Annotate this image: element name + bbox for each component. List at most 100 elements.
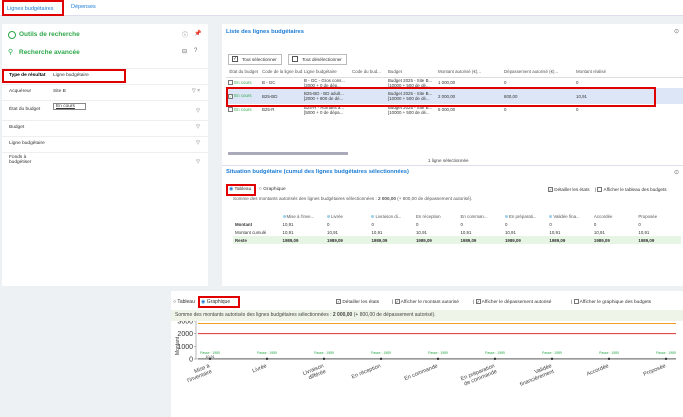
info-icon[interactable]: ⓘ [182, 30, 188, 39]
field-label: Fonds à budgétiser [9, 155, 32, 165]
outils-title: Outils de recherche [19, 31, 80, 38]
horizontal-scrollbar[interactable] [228, 152, 348, 155]
x-tick-label: Accordée [586, 363, 610, 377]
x-tick-label: En commande [404, 363, 439, 382]
table-header-row: État du budget Code de la ligne budgétai… [226, 66, 683, 77]
data-point [379, 357, 383, 361]
detailler-checkbox[interactable]: ✓ Détailler les états [548, 187, 590, 193]
situation-table: Mise à l'inve... Livrée Livraison di... … [233, 212, 681, 244]
x-tick-label: Proposée [643, 363, 667, 377]
field-label: État du budget [9, 107, 41, 112]
col-header[interactable]: Montant réalisé [574, 66, 634, 77]
field-label: Acquéreur [9, 89, 32, 94]
row-checkbox[interactable] [228, 80, 233, 86]
col-header[interactable]: État du budget [226, 66, 260, 77]
point-label: Passe : 1989 [257, 351, 277, 355]
x-tick-label: Livrée [252, 363, 268, 374]
save-search-icon[interactable]: ⊟ [182, 48, 187, 55]
help-icon[interactable]: ? [194, 48, 197, 54]
checkbox-checked-icon: ✓ [232, 56, 238, 62]
afficher-depassement-checkbox[interactable]: | ✓ Afficher le dépassement autorisé [473, 299, 551, 305]
reste-row: Reste 1989,09 1989,09 1989,09 1989,09 1989,0… [233, 236, 681, 244]
tab-depenses[interactable]: Dépenses [68, 0, 99, 16]
col-header[interactable]: Ligne budgétaire [302, 66, 350, 77]
field-etat-budget[interactable]: État du budget En cours ▽ [2, 100, 208, 118]
x-tick-label: En réception [351, 363, 382, 380]
recherche-title: Recherche avancée [19, 49, 80, 56]
situation-header-row: Mise à l'inve... Livrée Livraison di... … [233, 212, 681, 220]
situation-title: Situation budgétaire (cumul des lignes b… [226, 169, 409, 175]
x-tick-label: Livraisondifférée [302, 363, 327, 382]
detailler-checkbox[interactable]: ✓ Détailler les états [336, 299, 379, 305]
acquereur-value[interactable]: Site B [53, 89, 66, 94]
col-header[interactable]: Code du bud... [350, 66, 386, 77]
data-point [664, 357, 668, 361]
search-icon: ⚲ [8, 49, 14, 56]
checkbox-empty-icon [292, 56, 298, 62]
point-label: Passe : 1989 [599, 351, 619, 355]
col-header[interactable]: Montant autorisé (€)... [436, 66, 502, 77]
field-ligne-budgetaire[interactable]: Ligne budgétaire ▽ [2, 136, 208, 150]
point-label: Passe : 1989 [428, 351, 448, 355]
field-type-resultat[interactable]: Type de résultat Ligne budgétaire [2, 68, 208, 83]
col-header[interactable]: Budget [386, 66, 436, 77]
point-label: Passe : 1989 [314, 351, 334, 355]
selection-count: 1 ligne sélectionnée [428, 158, 469, 163]
data-point [265, 357, 269, 361]
search-panel: Outils de recherche ⓘ 📌 ⚲ Recherche avan… [2, 24, 208, 286]
x-tick-label: Mise àl'inventaire [184, 363, 214, 384]
montant-cumule-row: Montant cumulé 10,91 10,91 10,91 10,91 10,91… [235, 229, 650, 235]
field-fonds[interactable]: Fonds à budgétiser ▽ [2, 152, 208, 170]
x-tick-label: En préparationde commande [460, 363, 498, 388]
row-checkbox[interactable] [228, 107, 233, 113]
data-point [550, 357, 554, 361]
field-acquereur[interactable]: Acquéreur Site B ▽ × [2, 84, 208, 98]
point-label: Passe : 1989 [542, 351, 562, 355]
data-point [322, 357, 326, 361]
tab-lignes-budgetaires[interactable]: Lignes budgétaires [2, 0, 64, 16]
collapse-icon[interactable]: ⊙ [674, 169, 679, 176]
first-value-label: 10,91 [206, 355, 215, 359]
afficher-tableau-checkbox[interactable]: | Afficher le tableau des budgets [595, 187, 667, 193]
afficher-graph-checkbox[interactable]: | Afficher le graphique des budgets [571, 299, 651, 305]
tableau-radio[interactable]: ○ Tableau [173, 299, 195, 305]
field-label: Ligne budgétaire [9, 141, 45, 146]
field-budget[interactable]: Budget ▽ [2, 120, 208, 134]
point-label: Passe : 1989 [371, 351, 391, 355]
y-tick-label: 0 [189, 357, 193, 364]
filter-icon[interactable]: ▽ [196, 159, 200, 165]
graphique-radio[interactable]: ○ Graphique [259, 187, 286, 192]
point-label: Passe : 1989 [485, 351, 505, 355]
budget-line-chart: 3000200010000Montant Passe : 1989 Passe : … [175, 321, 676, 388]
tableau-radio[interactable]: ◉ Tableau [229, 187, 251, 192]
filter-icon[interactable]: ▽ [196, 140, 200, 146]
collapse-icon[interactable]: ⊙ [674, 28, 679, 35]
afficher-montant-checkbox[interactable]: | ✓ Afficher le montant autorisé [392, 299, 459, 305]
deselect-all-button[interactable]: Tout désélectionner [288, 54, 347, 65]
filter-clear-icon[interactable]: ▽ × [192, 88, 200, 94]
selected-row-highlight [226, 87, 656, 107]
liste-title: Liste des lignes budgétaires [226, 29, 304, 35]
col-header[interactable]: Dépassement autorisé (€)... [502, 66, 574, 77]
data-point [607, 357, 611, 361]
pin-icon[interactable]: 📌 [194, 30, 201, 37]
graphique-radio[interactable]: ◉ Graphique [201, 299, 230, 305]
select-all-button[interactable]: ✓ Tout sélectionner [228, 54, 282, 65]
graphique-section: ○ Tableau ◉ Graphique ✓ Détailler les ét… [171, 291, 683, 417]
point-label: Passe : 1989 [656, 351, 676, 355]
field-label: Type de résultat [9, 73, 46, 78]
somme-text: Somme des montants autorisés des lignes … [175, 312, 436, 318]
type-resultat-value[interactable]: Ligne budgétaire [53, 73, 89, 78]
data-point [493, 357, 497, 361]
etat-budget-value[interactable]: En cours [53, 103, 86, 110]
filter-icon[interactable]: ▽ [196, 108, 200, 114]
filter-icon[interactable]: ▽ [196, 124, 200, 130]
col-header[interactable]: Code de la ligne budgétai... [260, 66, 302, 77]
data-point [436, 357, 440, 361]
field-label: Budget [9, 125, 25, 130]
tab-bar: Lignes budgétaires Dépenses [0, 0, 683, 16]
clock-icon [8, 31, 16, 39]
divider [222, 165, 683, 166]
y-axis-label: Montant [175, 336, 181, 355]
x-tick-label: Validéefinancièrement [517, 363, 555, 388]
